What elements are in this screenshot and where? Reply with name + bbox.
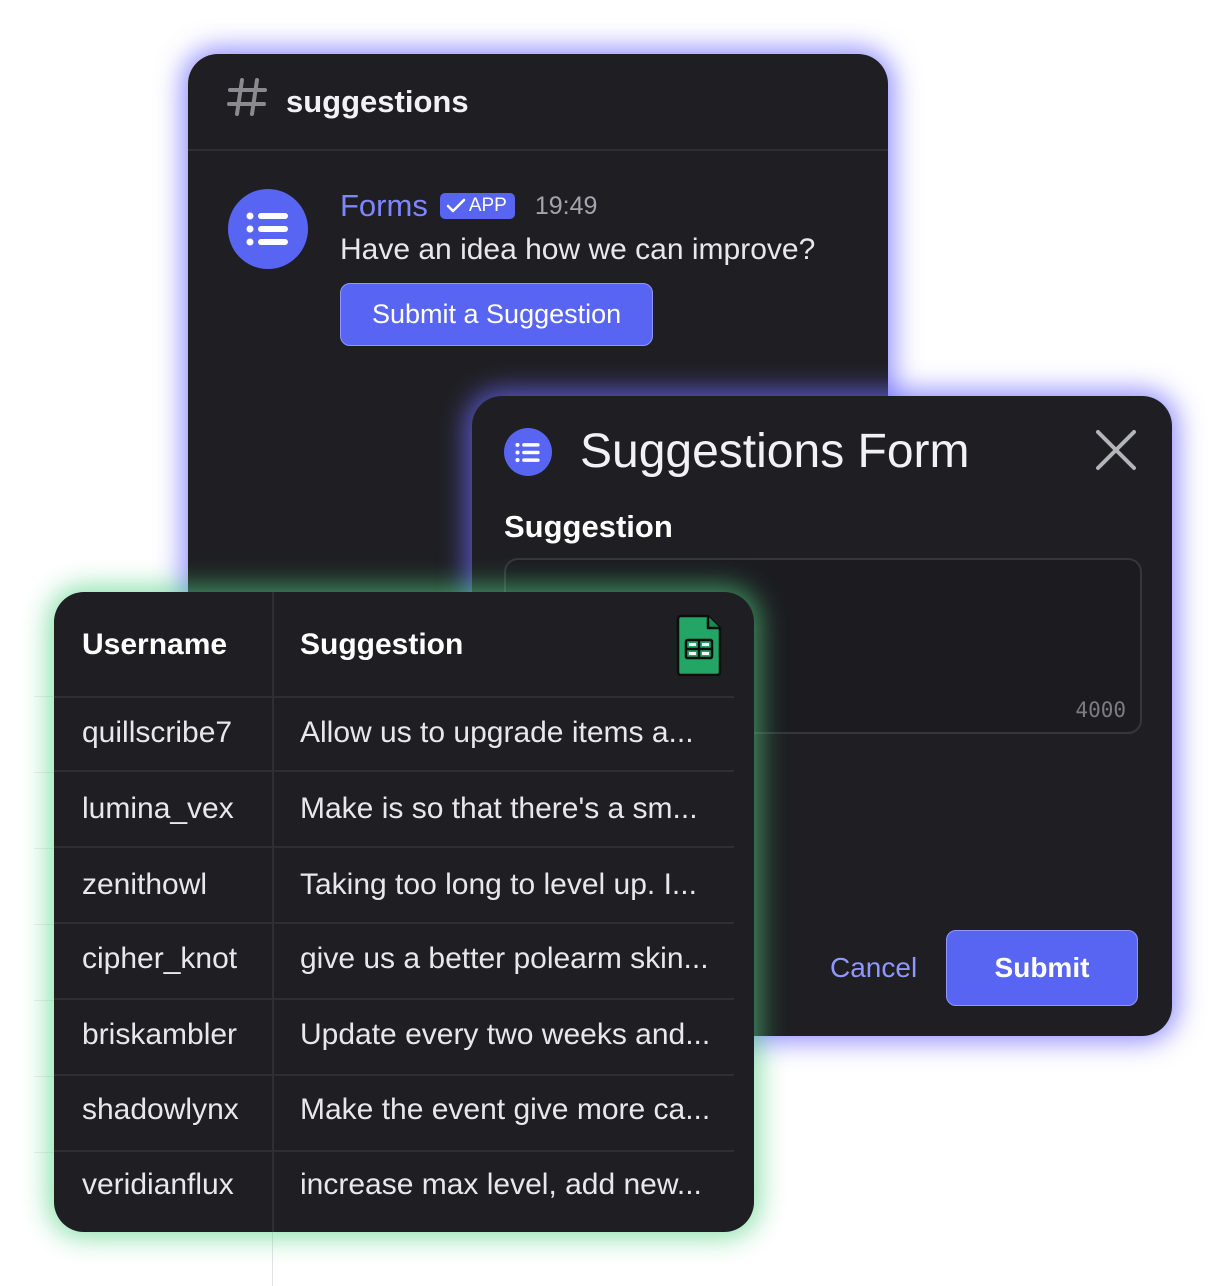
cell-username[interactable]: shadowlynx [82,1093,239,1127]
avatar[interactable] [228,189,308,269]
table-row[interactable]: veridianflux increase max level, add new… [54,1152,734,1232]
cell-suggestion[interactable]: Make the event give more ca... [300,1093,710,1127]
channel-header: suggestions [188,54,888,151]
cell-suggestion[interactable]: give us a better polearm skin... [300,942,709,976]
cell-username[interactable]: veridianflux [82,1168,234,1202]
suggestions-table: Username Suggestion quillscribe7 Allow u… [54,592,754,1232]
table-row[interactable]: lumina_vex Make is so that there's a sm.… [54,772,734,848]
message-author[interactable]: Forms [340,188,428,224]
cell-suggestion[interactable]: Allow us to upgrade items a... [300,716,694,750]
app-badge-label: APP [468,195,507,216]
cell-username[interactable]: cipher_knot [82,942,237,976]
message-text: Have an idea how we can improve? [340,233,816,266]
message-timestamp: 19:49 [534,191,598,220]
form-app-icon [504,428,552,476]
suggestion-field-label: Suggestion [504,509,673,544]
cell-username[interactable]: briskambler [82,1018,237,1052]
cell-username[interactable]: quillscribe7 [82,716,232,750]
submit-button[interactable]: Submit [946,930,1138,1006]
list-icon [515,442,540,462]
submit-suggestion-button[interactable]: Submit a Suggestion [340,283,654,346]
table-row[interactable]: shadowlynx Make the event give more ca..… [54,1076,734,1152]
cell-username[interactable]: zenithowl [82,868,207,902]
cell-suggestion[interactable]: Make is so that there's a sm... [300,792,698,826]
modal-title: Suggestions Form [580,425,970,478]
table-row[interactable]: briskambler Update every two weeks and..… [54,1000,734,1076]
app-badge: APP [439,193,515,219]
cancel-button[interactable]: Cancel [830,952,917,984]
table-header-row: Username Suggestion [54,592,734,698]
column-header-suggestion[interactable]: Suggestion [300,628,463,662]
table-row[interactable]: zenithowl Taking too long to level up. I… [54,848,734,924]
message-body: Forms APP 19:49 Have an idea how we can … [340,187,880,346]
hash-icon [226,73,268,127]
table-row[interactable]: quillscribe7 Allow us to upgrade items a… [54,696,734,772]
table-row[interactable]: cipher_knot give us a better polearm ski… [54,924,734,1000]
close-icon[interactable] [1092,426,1140,474]
column-header-username[interactable]: Username [82,628,227,662]
check-icon [446,198,466,213]
cell-suggestion[interactable]: Update every two weeks and... [300,1018,710,1052]
spreadsheet-icon[interactable] [676,614,722,681]
message-meta: Forms APP 19:49 [340,187,880,225]
list-icon [246,212,288,246]
channel-name[interactable]: suggestions [286,84,469,120]
cell-suggestion[interactable]: Taking too long to level up. I... [300,868,697,902]
cell-username[interactable]: lumina_vex [82,792,234,826]
character-counter: 4000 [1075,698,1126,722]
cell-suggestion[interactable]: increase max level, add new... [300,1168,702,1202]
